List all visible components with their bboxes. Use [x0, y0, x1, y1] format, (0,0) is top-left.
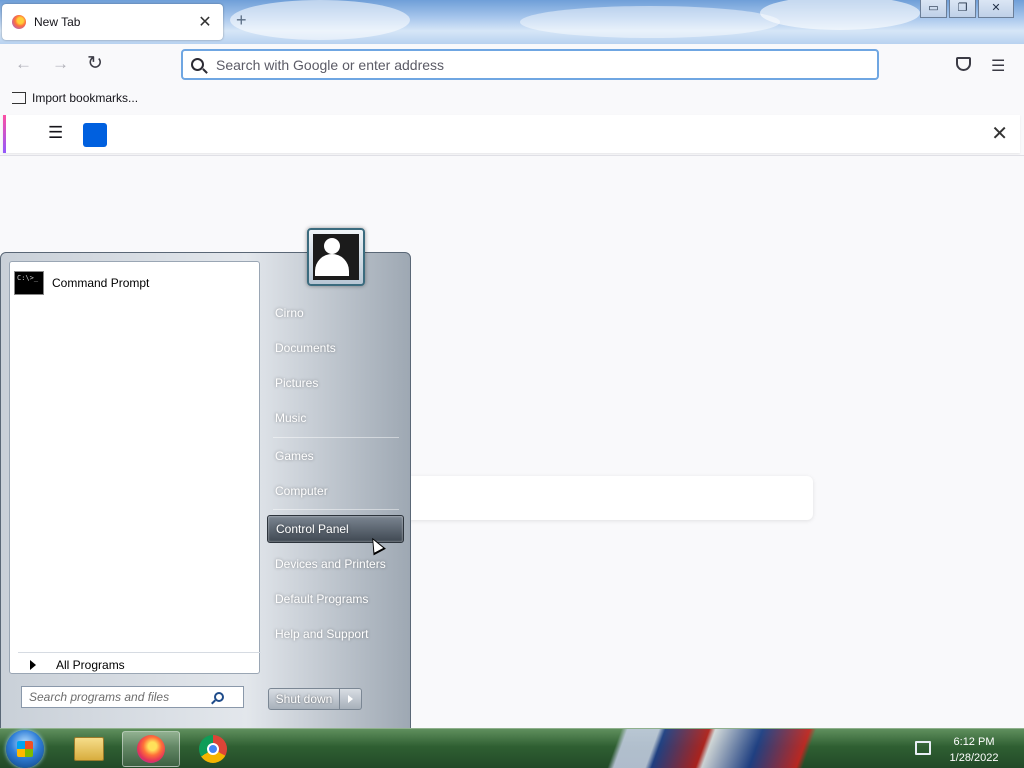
windows-logo-icon — [17, 741, 33, 757]
firefox-icon — [12, 15, 26, 29]
right-item-games[interactable]: Games — [267, 442, 404, 470]
extension-icon[interactable] — [83, 123, 107, 147]
clock-date: 1/28/2022 — [949, 752, 999, 764]
search-icon[interactable] — [214, 692, 224, 702]
right-item-help-support[interactable]: Help and Support — [267, 620, 404, 648]
wallpaper-cloud — [230, 0, 410, 40]
address-input[interactable] — [216, 56, 856, 73]
app-menu-icon[interactable]: ☰ — [991, 56, 1005, 76]
taskbar-explorer[interactable] — [60, 731, 118, 767]
cmd-icon: C:\>_ — [14, 271, 44, 295]
tab-new-tab[interactable]: New Tab ✕ — [2, 4, 223, 40]
address-bar[interactable] — [181, 49, 879, 80]
import-bookmarks-button[interactable]: Import bookmarks... — [12, 91, 138, 105]
chevron-right-icon — [30, 659, 36, 670]
start-search-box[interactable] — [21, 686, 244, 708]
program-command-prompt[interactable]: C:\>_ Command Prompt — [14, 268, 254, 298]
import-bookmarks-label: Import bookmarks... — [32, 91, 139, 105]
start-menu: C:\>_ Command Prompt All Programs Cirno … — [0, 252, 411, 730]
tab-title: New Tab — [34, 15, 81, 29]
divider — [273, 509, 399, 510]
start-menu-programs-pane: C:\>_ Command Prompt All Programs — [9, 261, 261, 676]
right-item-computer[interactable]: Computer — [267, 477, 404, 505]
right-item-pictures[interactable]: Pictures — [267, 369, 404, 397]
hamburger-icon[interactable]: ☰ — [48, 123, 63, 143]
taskbar-firefox[interactable] — [122, 731, 180, 767]
close-tab-icon[interactable]: ✕ — [197, 12, 213, 32]
user-silhouette-head — [324, 238, 340, 254]
wallpaper-cloud — [520, 6, 780, 38]
shutdown-control: Shut down — [268, 688, 362, 710]
all-programs-label: All Programs — [56, 657, 125, 672]
folder-icon — [74, 737, 104, 761]
right-item-documents[interactable]: Documents — [267, 334, 404, 362]
pocket-icon[interactable] — [956, 57, 971, 71]
content-card — [405, 476, 813, 520]
shutdown-options-button[interactable] — [340, 688, 362, 710]
new-tab-button[interactable]: + — [236, 10, 247, 31]
restore-button[interactable]: ❐ — [949, 0, 976, 18]
start-search-input[interactable] — [29, 690, 214, 704]
firefox-icon — [137, 735, 165, 763]
program-label: Command Prompt — [52, 276, 150, 290]
divider — [273, 437, 399, 438]
wallpaper-cloud — [760, 0, 920, 30]
system-clock[interactable]: 6:12 PM 1/28/2022 — [940, 734, 1008, 766]
right-item-user[interactable]: Cirno — [267, 299, 404, 327]
right-item-music[interactable]: Music — [267, 404, 404, 432]
all-programs-button[interactable]: All Programs — [18, 652, 261, 676]
wallpaper-art — [590, 729, 890, 768]
search-icon — [191, 58, 204, 71]
back-button[interactable]: ← — [15, 54, 32, 74]
title-bar: New Tab ✕ + ▭ ❐ ✕ — [0, 0, 1024, 44]
minimize-button[interactable]: ▭ — [920, 0, 947, 18]
bookmarks-toolbar: Import bookmarks... — [0, 86, 1024, 112]
chevron-right-icon — [348, 695, 353, 703]
taskbar: 6:12 PM 1/28/2022 — [0, 728, 1024, 768]
right-item-devices-printers[interactable]: Devices and Printers — [267, 550, 404, 578]
user-avatar[interactable] — [307, 228, 365, 286]
close-window-button[interactable]: ✕ — [978, 0, 1014, 18]
chrome-icon — [199, 735, 227, 763]
import-icon — [12, 92, 26, 104]
start-button[interactable] — [6, 730, 44, 768]
reload-button[interactable]: ↻ — [87, 52, 103, 75]
shutdown-button[interactable]: Shut down — [268, 688, 340, 710]
navigation-bar: ← → ↻ ☰ — [0, 44, 1024, 86]
window-controls: ▭ ❐ ✕ — [918, 0, 1014, 18]
right-item-control-panel[interactable]: Control Panel — [267, 515, 404, 543]
network-icon[interactable] — [915, 741, 931, 755]
right-item-default-programs[interactable]: Default Programs — [267, 585, 404, 613]
forward-button[interactable]: → — [52, 54, 69, 74]
taskbar-chrome[interactable] — [184, 731, 242, 767]
close-icon[interactable]: ✕ — [991, 121, 1008, 146]
clock-time: 6:12 PM — [953, 736, 995, 748]
notification-bar: ☰ ✕ — [3, 115, 1020, 153]
